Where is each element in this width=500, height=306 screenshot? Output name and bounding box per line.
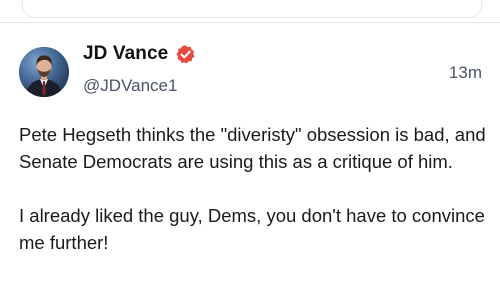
previous-post-strip (0, 0, 500, 22)
post-paragraph: I already liked the guy, Dems, you don't… (19, 205, 485, 253)
post-body: Pete Hegseth thinks the "diveristy" obse… (19, 121, 487, 256)
author-handle[interactable]: @JDVance1 (83, 76, 177, 96)
post-paragraph: Pete Hegseth thinks the "diveristy" obse… (19, 124, 486, 172)
author-name[interactable]: JD Vance (83, 43, 168, 65)
previous-card-edge (22, 0, 482, 18)
author-row: JD Vance (83, 43, 196, 65)
avatar[interactable] (19, 47, 69, 97)
verified-badge-icon (175, 44, 196, 65)
post-divider (0, 22, 500, 23)
post-timestamp[interactable]: 13m (449, 63, 482, 83)
profile-photo-icon (19, 47, 69, 97)
